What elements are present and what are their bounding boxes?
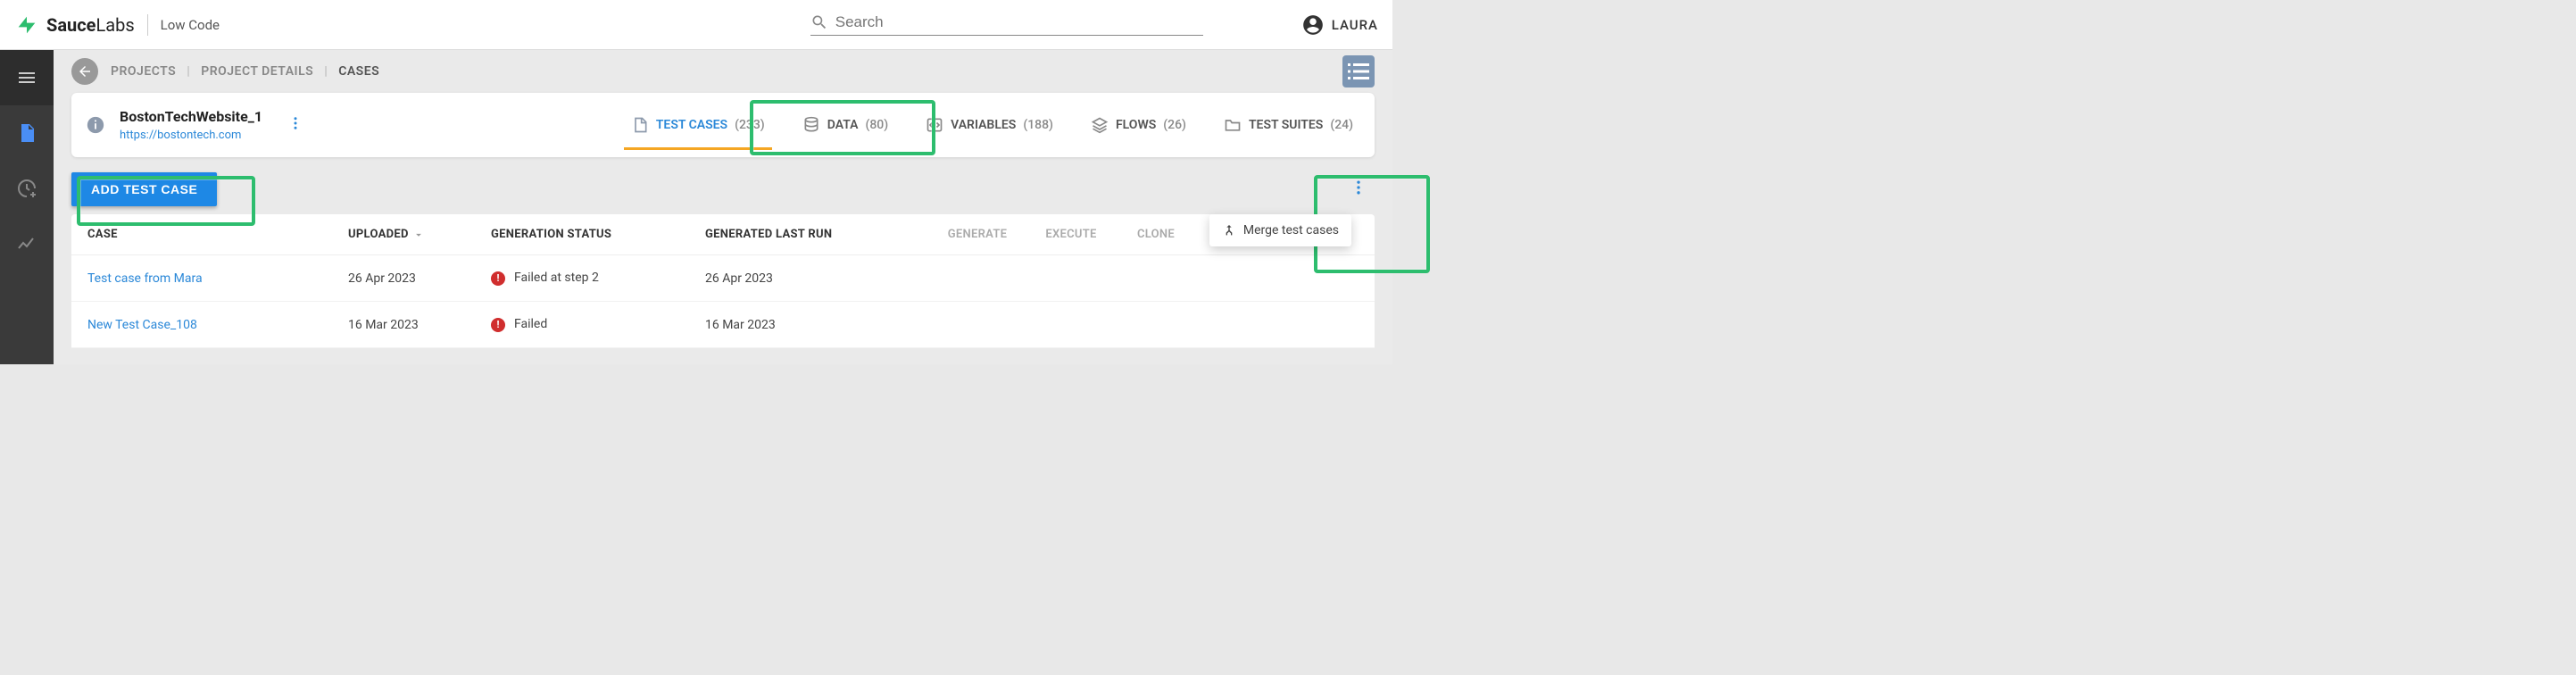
tab-variables[interactable]: VARIABLES (188)	[918, 93, 1060, 157]
sort-desc-icon	[412, 229, 425, 241]
col-generated-last-run[interactable]: GENERATED LAST RUN	[705, 228, 928, 241]
user-menu[interactable]: LAURA	[1301, 13, 1378, 37]
tab-suites-count: (24)	[1330, 118, 1353, 132]
sidebar-toggle[interactable]	[0, 50, 54, 105]
folder-icon	[1224, 116, 1242, 134]
tab-test-cases[interactable]: TEST CASES (233)	[624, 93, 772, 157]
sidebar-item-projects[interactable]	[0, 105, 54, 161]
table-header: CASE UPLOADED GENERATION STATUS GENERATE…	[71, 214, 1375, 255]
user-avatar-icon	[1301, 13, 1325, 37]
breadcrumb-row: PROJECTS | PROJECT DETAILS | CASES	[54, 50, 1392, 93]
database-icon	[802, 116, 820, 134]
merge-icon	[1222, 223, 1236, 238]
arrow-left-icon	[77, 63, 93, 79]
search-icon	[810, 13, 828, 31]
crumb-project-details[interactable]: PROJECT DETAILS	[201, 64, 313, 79]
brand-logo[interactable]: SauceLabs	[14, 12, 135, 38]
tab-suites-label: TEST SUITES	[1249, 118, 1323, 132]
sidebar-item-reports[interactable]	[0, 216, 54, 271]
error-icon: !	[491, 271, 505, 286]
tab-test-cases-count: (233)	[735, 118, 765, 132]
table-row[interactable]: Test case from Mara 26 Apr 2023 !Failed …	[71, 255, 1375, 302]
project-tabs: TEST CASES (233) DATA (80) VARIABLES (18…	[624, 93, 1360, 157]
case-status: !Failed	[491, 317, 705, 331]
col-generate: GENERATE	[928, 228, 1026, 241]
col-clone: CLONE	[1116, 228, 1196, 241]
col-case[interactable]: CASE	[71, 228, 348, 241]
table-row[interactable]: New Test Case_108 16 Mar 2023 !Failed 16…	[71, 302, 1375, 348]
sidebar-item-schedule[interactable]	[0, 161, 54, 216]
col-execute: EXECUTE	[1026, 228, 1116, 241]
search-input[interactable]	[835, 13, 1203, 31]
test-cases-table: CASE UPLOADED GENERATION STATUS GENERATE…	[71, 214, 1375, 348]
action-row: ADD TEST CASE Merge test cases	[71, 171, 1375, 207]
crumb-current: CASES	[338, 64, 379, 79]
case-last-run: 16 Mar 2023	[705, 318, 928, 332]
case-name-link[interactable]: Test case from Mara	[71, 271, 348, 286]
project-menu-button[interactable]	[287, 115, 303, 135]
project-url[interactable]: https://bostontech.com	[120, 129, 241, 142]
top-header: SauceLabs Low Code LAURA	[0, 0, 1392, 50]
tab-test-cases-label: TEST CASES	[656, 118, 727, 132]
col-uploaded[interactable]: UPLOADED	[348, 228, 491, 241]
code-icon	[926, 116, 943, 134]
more-vert-icon	[287, 115, 303, 131]
main-content: PROJECTS | PROJECT DETAILS | CASES Bosto…	[54, 50, 1392, 364]
view-list-button[interactable]	[1342, 55, 1375, 88]
brand-text: SauceLabs	[46, 14, 135, 36]
tab-variables-label: VARIABLES	[951, 118, 1016, 132]
product-name: Low Code	[161, 17, 220, 33]
hamburger-icon	[16, 67, 37, 88]
col-uploaded-label: UPLOADED	[348, 228, 409, 241]
info-icon[interactable]	[86, 115, 105, 135]
case-last-run: 26 Apr 2023	[705, 271, 928, 286]
list-icon	[1342, 55, 1375, 88]
tab-flows-count: (26)	[1163, 118, 1186, 132]
analytics-icon	[16, 233, 37, 254]
left-sidebar	[0, 50, 54, 364]
crumb-projects[interactable]: PROJECTS	[111, 64, 176, 79]
header-divider	[147, 14, 148, 36]
layers-icon	[1091, 116, 1109, 134]
back-button[interactable]	[71, 58, 98, 85]
tab-data[interactable]: DATA (80)	[795, 93, 895, 157]
tab-data-count: (80)	[865, 118, 888, 132]
project-name: BostonTechWebsite_1	[120, 108, 262, 125]
breadcrumb: PROJECTS | PROJECT DETAILS | CASES	[111, 64, 379, 79]
tab-flows-label: FLOWS	[1116, 118, 1156, 132]
tab-variables-count: (188)	[1023, 118, 1053, 132]
more-actions-button[interactable]	[1342, 171, 1375, 207]
case-name-link[interactable]: New Test Case_108	[71, 318, 348, 332]
file-icon	[631, 116, 649, 134]
case-uploaded: 16 Mar 2023	[348, 318, 491, 332]
merge-label: Merge test cases	[1243, 223, 1339, 238]
saucelabs-logo-icon	[14, 12, 39, 38]
tab-test-suites[interactable]: TEST SUITES (24)	[1217, 93, 1360, 157]
tab-data-label: DATA	[827, 118, 859, 132]
clock-plus-icon	[16, 178, 37, 199]
more-vert-icon	[1350, 179, 1367, 196]
col-generation-status[interactable]: GENERATION STATUS	[491, 228, 705, 241]
project-title-block: BostonTechWebsite_1 https://bostontech.c…	[120, 108, 262, 142]
document-icon	[16, 122, 37, 144]
project-header-card: BostonTechWebsite_1 https://bostontech.c…	[71, 93, 1375, 157]
user-name: LAURA	[1332, 17, 1378, 33]
tab-flows[interactable]: FLOWS (26)	[1084, 93, 1193, 157]
more-actions-menu[interactable]: Merge test cases	[1209, 214, 1351, 246]
error-icon: !	[491, 318, 505, 332]
search-field[interactable]	[810, 13, 1203, 36]
add-test-case-button[interactable]: ADD TEST CASE	[71, 172, 217, 206]
case-uploaded: 26 Apr 2023	[348, 271, 491, 286]
case-status: !Failed at step 2	[491, 271, 705, 285]
